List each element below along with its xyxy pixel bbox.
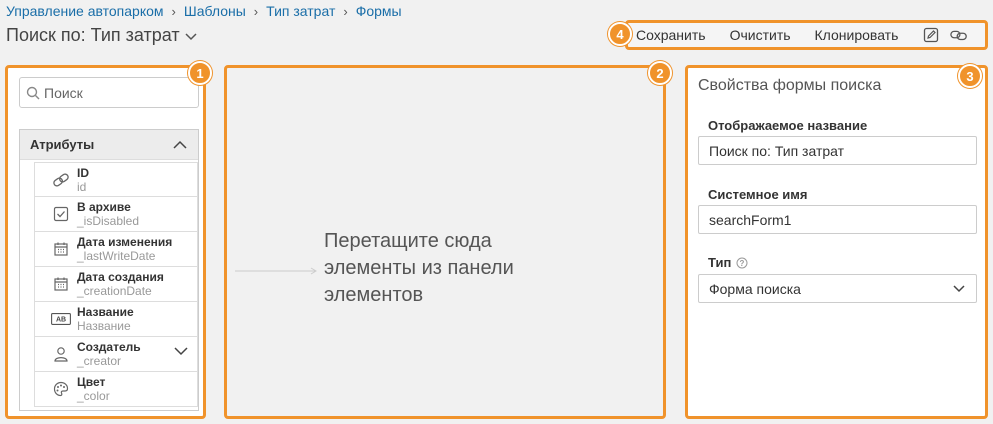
attribute-name: Цвет: [77, 375, 106, 389]
chevron-down-icon: [185, 32, 197, 40]
attribute-item-modified-date[interactable]: Дата изменения _lastWriteDate: [34, 232, 198, 267]
attribute-name: ID: [77, 165, 89, 180]
type-select[interactable]: Форма поиска: [698, 274, 977, 303]
type-select-value: Форма поиска: [709, 280, 801, 297]
attribute-system-name: _lastWriteDate: [77, 249, 156, 263]
display-name-label: Отображаемое название: [708, 118, 868, 133]
attribute-system-name: id: [77, 179, 87, 194]
svg-text:?: ?: [740, 258, 745, 267]
callout-badge-1: 1: [188, 61, 212, 85]
search-box: [19, 77, 199, 108]
calendar-icon: [51, 274, 71, 294]
callout-badge-2: 2: [648, 61, 672, 85]
attribute-item-color[interactable]: Цвет _color: [34, 372, 198, 407]
properties-title: Свойства формы поиска: [698, 77, 882, 94]
svg-text:AB: AB: [56, 317, 66, 324]
attribute-name: Название: [77, 305, 134, 319]
arrow-right-icon: [235, 267, 317, 275]
attribute-name: Дата изменения: [77, 235, 173, 249]
checkbox-icon: [51, 204, 71, 224]
breadcrumb-item-templates[interactable]: Шаблоны: [184, 3, 246, 19]
attribute-item-creator[interactable]: Создатель _creator: [34, 337, 198, 372]
link-icon: [51, 170, 71, 190]
callout-badge-4: 4: [608, 22, 632, 46]
elements-panel: Атрибуты IDid В архиве_isDisabled Дат: [5, 65, 206, 419]
system-name-label: Системное имя: [708, 187, 808, 202]
breadcrumb-separator: ›: [343, 3, 348, 19]
chevron-up-icon[interactable]: [172, 140, 188, 150]
callout-badge-3: 3: [958, 64, 982, 88]
search-icon: [26, 86, 40, 99]
clear-button[interactable]: Очистить: [730, 27, 791, 43]
attributes-title: Атрибуты: [30, 137, 95, 152]
attribute-item-creation-date[interactable]: Дата создания _creationDate: [34, 267, 198, 302]
attribute-name: Создатель: [77, 340, 141, 354]
save-button[interactable]: Сохранить: [636, 27, 706, 43]
properties-panel: Свойства формы поиска Отображаемое назва…: [685, 65, 988, 419]
form-canvas[interactable]: Перетащите сюда элементы из панели элеме…: [224, 65, 666, 419]
help-icon[interactable]: ?: [736, 257, 748, 269]
page-title-text: Поиск по: Тип затрат: [6, 25, 180, 45]
type-label: Тип: [708, 255, 732, 270]
text-field-icon: AB: [51, 309, 71, 329]
attribute-system-name: Название: [77, 319, 131, 333]
page-title[interactable]: Поиск по: Тип затрат: [6, 25, 198, 46]
palette-icon: [51, 379, 71, 399]
breadcrumb-separator: ›: [253, 3, 259, 19]
attribute-name: Дата создания: [77, 270, 164, 284]
attribute-system-name: _isDisabled: [77, 214, 140, 228]
drop-hint-text: Перетащите сюда элементы из панели элеме…: [324, 230, 514, 306]
breadcrumb-item-forms[interactable]: Формы: [356, 3, 402, 19]
breadcrumb-item-fleet[interactable]: Управление автопарком: [6, 3, 164, 19]
system-name-field[interactable]: searchForm1: [698, 205, 977, 234]
attributes-list: ID id В архиве _isDisabled Дата изменения _…: [20, 162, 198, 407]
edit-icon[interactable]: [922, 26, 940, 44]
user-icon: [51, 344, 71, 364]
attribute-system-name: _creationDate: [77, 284, 152, 298]
toolbar: Сохранить Очистить Клонировать: [625, 20, 988, 50]
attributes-section: Атрибуты ID id В архиве _isDisabled Дата…: [19, 129, 199, 411]
clone-button[interactable]: Клонировать: [815, 27, 899, 43]
chevron-down-icon[interactable]: [173, 346, 189, 356]
chevron-down-icon: [953, 284, 965, 292]
attribute-item-archived[interactable]: В архиве _isDisabled: [34, 197, 198, 232]
breadcrumb-separator: ›: [171, 3, 176, 19]
link-icon[interactable]: [950, 26, 968, 44]
breadcrumb: Управление автопарком › Шаблоны › Тип за…: [6, 3, 402, 19]
attribute-name: В архиве: [77, 200, 131, 214]
breadcrumb-item-cost-type[interactable]: Тип затрат: [266, 3, 335, 19]
attribute-item-name[interactable]: AB Название Название: [34, 302, 198, 337]
calendar-icon: [51, 239, 71, 259]
attribute-system-name: _creator: [77, 354, 122, 368]
attributes-header[interactable]: Атрибуты: [20, 130, 198, 160]
display-name-field[interactable]: Поиск по: Тип затрат: [698, 136, 977, 165]
type-label-row: Тип ?: [708, 255, 748, 270]
search-input[interactable]: [44, 84, 194, 101]
attribute-item-id[interactable]: ID id: [34, 162, 198, 197]
attribute-system-name: _color: [77, 389, 110, 403]
